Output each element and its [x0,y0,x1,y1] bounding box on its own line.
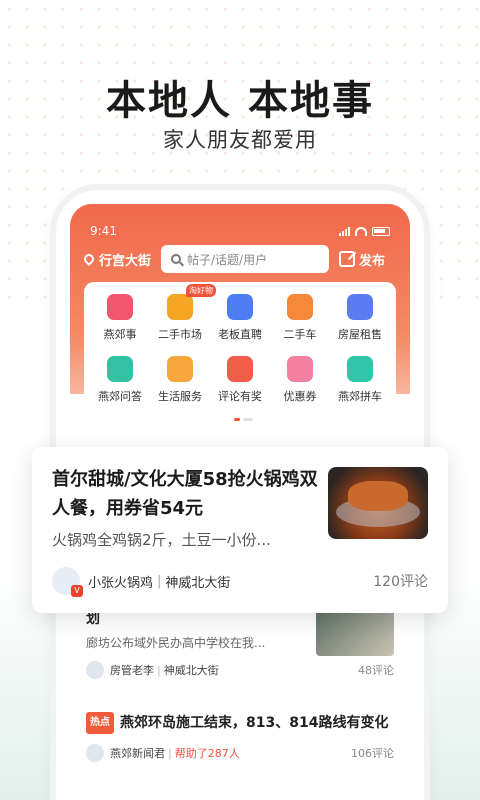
carpool-icon [347,356,373,382]
category-label: 房屋租售 [338,328,382,341]
category-label: 二手车 [283,328,317,341]
category-label: 燕郊问答 [98,390,142,403]
status-icons [339,226,390,236]
chat-icon [107,356,133,382]
post-label: 发布 [359,253,386,269]
category-label: 优惠券 [283,390,317,403]
signal-icon [339,226,350,236]
category-item[interactable]: 老板直聘 [210,294,270,342]
location-selector[interactable]: 行宫大街 [81,250,152,269]
comment-count: 120评论 [373,574,428,590]
category-label: 燕郊事 [103,328,137,341]
author-name[interactable]: 房管老李 [110,662,154,678]
author-location: 神威北大街 [165,575,231,591]
gift-icon [227,356,253,382]
category-item[interactable]: 优惠券 [270,356,330,404]
location-pin-icon [81,251,97,267]
promo-subline: 家人朋友都爱用 [163,128,317,152]
feed-meta: 燕郊新闻君 | 帮助了287人 106评论 [86,744,394,762]
separator: | [168,746,172,760]
tie-icon [227,294,253,320]
category-item[interactable]: 淘好物 二手市场 [150,284,216,342]
featured-image [328,467,428,539]
search-placeholder: 帖子/话题/用户 [187,252,268,267]
category-item[interactable]: 燕郊拼车 [330,356,390,404]
feed-item[interactable]: 热点 燕郊环岛施工结束，813、814路线有变化 燕郊新闻君 | 帮助了287人 … [86,712,394,800]
category-grid-card: 燕郊事 淘好物 二手市场 老板直聘 二手车 房屋租售燕郊问答 生活服务 评论有奖 优惠券 燕郊拼车 [84,282,396,432]
separator: | [157,573,162,589]
status-time: 9:41 [90,224,117,238]
news-icon [107,294,133,320]
category-label: 老板直聘 [218,328,262,341]
category-label: 燕郊拼车 [338,390,382,403]
verified-icon: V [71,585,83,597]
search-icon [171,254,182,264]
promo-headline: 本地人 本地事 [106,78,374,124]
category-label: 评论有奖 [218,390,262,403]
building-icon [347,294,373,320]
comment-count: 106评论 [351,747,394,760]
car-icon [287,294,313,320]
feed-summary: 廊坊公布域外民办高中学校在我... [86,636,266,650]
help-count: 帮助了287人 [174,747,240,760]
page-indicator [234,418,253,421]
top-bar: 行宫大街 帖子/话题/用户 发布 [81,244,396,274]
wifi-icon [355,226,367,236]
edit-icon [339,251,356,267]
featured-meta: V 小张火锅鸡 | 神威北大街 120评论 [52,567,428,597]
author-name[interactable]: 燕郊新闻君 [110,745,165,761]
hot-badge: 热点 [86,712,114,734]
avatar [86,661,104,679]
separator: | [157,663,161,677]
battery-icon [372,226,390,236]
author-location: 神威北大街 [163,664,219,677]
featured-title: 首尔甜城/文化大厦58抢火锅鸡双人餐，用券省54元 [52,469,318,519]
status-bar: 9:41 [90,224,390,240]
category-item[interactable]: 房屋租售 [330,294,390,342]
location-label: 行宫大街 [99,253,152,269]
feed-title-row: 热点 燕郊环岛施工结束，813、814路线有变化 [86,712,394,734]
category-item[interactable]: 二手车 [270,294,330,342]
category-label: 二手市场 [158,328,202,341]
house-icon [167,356,193,382]
coupon-icon [287,356,313,382]
author-name[interactable]: 小张火锅鸡 [88,572,153,591]
featured-description: 火锅鸡全鸡锅2斤，土豆一小份... [52,531,271,549]
feed-item[interactable]: 划 廊坊公布域外民办高中学校在我... 房管老李 | 神威北大街 48评论 [86,608,394,720]
avatar: V [52,567,83,597]
featured-post-card[interactable]: 首尔甜城/文化大厦58抢火锅鸡双人餐，用券省54元 火锅鸡全鸡锅2斤，土豆一小份… [32,447,448,613]
comment-count: 48评论 [358,664,394,677]
feed-title: 燕郊环岛施工结束，813、814路线有变化 [120,715,389,731]
post-button[interactable]: 发布 [339,250,385,269]
category-item[interactable]: 评论有奖 [210,356,270,404]
category-grid: 燕郊事 淘好物 二手市场 老板直聘 二手车 房屋租售燕郊问答 生活服务 评论有奖 优惠券 燕郊拼车 [90,284,390,404]
category-item[interactable]: 燕郊事 [90,294,150,342]
avatar [86,744,104,762]
category-label: 生活服务 [158,390,202,403]
category-item[interactable]: 燕郊问答 [90,356,150,404]
feed-meta: 房管老李 | 神威北大街 48评论 [86,661,394,679]
category-item[interactable]: 生活服务 [150,356,210,404]
basket-icon [167,294,193,320]
search-input[interactable]: 帖子/话题/用户 [161,245,330,273]
feed-thumbnail [316,608,394,656]
